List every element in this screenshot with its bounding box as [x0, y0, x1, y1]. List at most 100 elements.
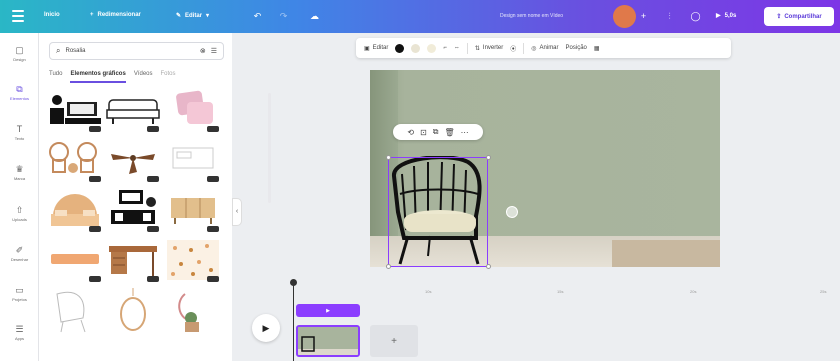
rotate-icon[interactable]: ⟲ [407, 128, 414, 137]
element-thumb-plant[interactable] [165, 288, 221, 334]
element-thumb-pattern[interactable] [165, 238, 221, 284]
menu-icon[interactable] [12, 10, 24, 22]
rotate-handle[interactable] [506, 206, 518, 218]
panel-tabs: Tudo Elementos gráficos Vídeos Fotos [49, 71, 176, 83]
rail-item-projects[interactable]: ▭ Projetos [0, 285, 39, 303]
selection-box[interactable] [388, 157, 488, 267]
premium-badge [207, 126, 219, 132]
collapse-panel-button[interactable]: ‹ [232, 198, 242, 226]
premium-badge [147, 226, 159, 232]
search-input[interactable]: Rosalia [65, 48, 194, 54]
element-thumb-bench[interactable] [47, 238, 103, 284]
element-thumb-cabinet[interactable] [165, 188, 221, 234]
comment-icon[interactable]: ◯ [690, 11, 701, 22]
element-quick-actions: ⟲ ⊡ ⧉ 🗑 ⋯ [393, 124, 483, 140]
element-thumb-desk[interactable] [105, 238, 161, 284]
animate-label: Animar [539, 45, 559, 51]
elements-panel: ⌕ Rosalia ⊗ ☰ Tudo Elementos gráficos Ví… [39, 33, 271, 361]
rail-item-draw[interactable]: ✐ Desenhar [0, 245, 39, 263]
premium-badge [147, 176, 159, 182]
rail-item-uploads[interactable]: ⇧ Uploads [0, 205, 39, 223]
premium-badge [89, 226, 101, 232]
rail-item-design[interactable]: ▢ Design [0, 45, 39, 63]
redo-icon[interactable]: ↷ [278, 11, 289, 22]
divider [466, 42, 468, 54]
color-swatch-black[interactable] [395, 43, 405, 53]
cloud-saved-icon[interactable]: ☁ [309, 11, 320, 22]
tab-graphics[interactable]: Elementos gráficos [70, 71, 126, 83]
plant-graphic [178, 293, 199, 332]
chart-icon[interactable]: ⫶ [664, 11, 675, 22]
resize-label: Redimensionar [97, 12, 141, 18]
ruler-tick: 20s [690, 289, 697, 294]
share-button[interactable]: ⇪ Compartilhar [764, 7, 834, 26]
invert-button[interactable]: ⇅ Inverter [475, 45, 503, 52]
animate-button[interactable]: ◎ Animar [531, 45, 558, 52]
info-icon[interactable]: ⦿ [510, 44, 516, 53]
document-title[interactable]: Design sem nome em Vídeo [500, 13, 563, 19]
edit-image-button[interactable]: ▣ Editar [364, 45, 388, 52]
rail-item-text[interactable]: T Texto [0, 124, 39, 142]
flip-icon[interactable]: ⇔ [454, 45, 460, 51]
resize-handle[interactable] [386, 155, 391, 160]
add-collaborator-icon[interactable]: + [638, 11, 649, 22]
element-thumb-bed[interactable] [47, 188, 103, 234]
trash-icon[interactable]: 🗑 [444, 128, 454, 137]
element-thumb-pillows[interactable] [165, 88, 221, 134]
element-thumb-ceiling-fan[interactable] [105, 138, 161, 184]
resize-handle[interactable] [486, 155, 491, 160]
clear-icon[interactable]: ⊗ [200, 47, 206, 55]
element-thumb-chair-sketch[interactable] [47, 288, 103, 334]
tab-photos[interactable]: Fotos [161, 71, 176, 83]
rail-label: Design [13, 57, 26, 62]
element-thumb-tv-set[interactable] [105, 188, 161, 234]
color-swatch-light[interactable] [427, 43, 437, 53]
timeline-play-button[interactable]: ▶ [252, 314, 280, 342]
resize-handle[interactable] [386, 264, 391, 269]
play-icon: ▶ [716, 13, 721, 19]
undo-icon[interactable]: ↶ [252, 11, 263, 22]
more-icon[interactable]: ⋯ [461, 128, 469, 137]
filter-icon[interactable]: ☰ [211, 47, 217, 55]
add-scene-button[interactable]: + [370, 325, 418, 357]
avatar[interactable] [613, 5, 636, 28]
resize-button[interactable]: + Redimensionar [90, 12, 141, 18]
play-preview-button[interactable]: ▶ 5,0s [716, 12, 736, 20]
resize-handle[interactable] [486, 264, 491, 269]
search-icon: ⌕ [56, 46, 61, 55]
home-button[interactable]: Inicio [44, 12, 60, 18]
tab-all[interactable]: Tudo [49, 71, 62, 83]
upload-icon: ⇪ [776, 14, 782, 20]
scene-clip[interactable] [296, 325, 360, 357]
lock-icon[interactable]: ⊡ [420, 128, 427, 137]
animate-icon: ◎ [531, 45, 537, 52]
element-thumb-tv-stand[interactable] [47, 88, 103, 134]
search-field[interactable]: ⌕ Rosalia ⊗ ☰ [49, 42, 224, 60]
edit-menu-button[interactable]: ✎ Editar ▾ [176, 12, 209, 20]
position-button[interactable]: Posição [566, 45, 587, 51]
edit-image-label: Editar [372, 45, 389, 51]
ruler-tick: 10s [425, 289, 432, 294]
draw-icon: ✐ [15, 245, 24, 255]
panel-scrollbar[interactable] [268, 93, 271, 203]
duplicate-icon[interactable]: ⧉ [433, 127, 439, 137]
element-thumb-hanging-chair[interactable] [105, 288, 161, 334]
rail-item-brand[interactable]: ♛ Marca [0, 164, 39, 182]
element-thumb-sofa[interactable] [105, 88, 161, 134]
crop-icon[interactable]: ⌐ [443, 45, 447, 51]
element-thumb-bed-sketch[interactable] [165, 138, 221, 184]
rail-item-elements[interactable]: ⧉ Elementos [0, 84, 39, 102]
tab-videos[interactable]: Vídeos [134, 71, 153, 83]
home-label: Inicio [44, 12, 60, 18]
element-thumb-rattan-chairs[interactable] [47, 138, 103, 184]
premium-badge [147, 276, 159, 282]
transparency-icon[interactable]: ▦ [594, 45, 600, 52]
premium-badge [207, 276, 219, 282]
playhead[interactable] [293, 282, 294, 361]
plus-icon: + [90, 12, 94, 18]
brand-icon: ♛ [15, 164, 24, 174]
premium-badge [89, 176, 101, 182]
audio-clip[interactable]: ▶ [296, 304, 360, 317]
rail-item-apps[interactable]: ☰ Apps [0, 324, 39, 342]
color-swatch-cream[interactable] [411, 43, 421, 53]
